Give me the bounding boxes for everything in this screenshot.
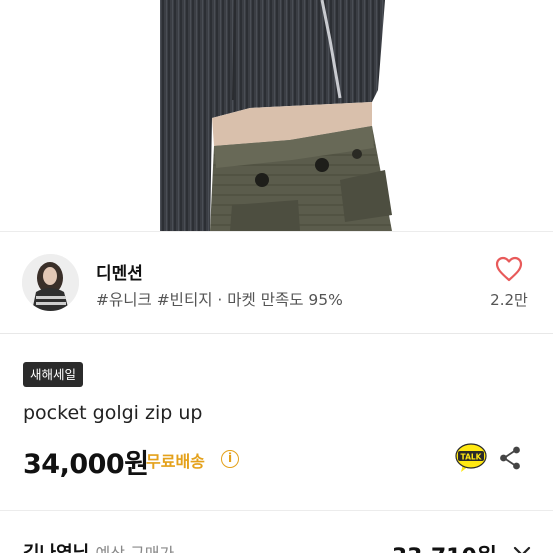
share-button[interactable] bbox=[497, 445, 523, 471]
like-button[interactable]: 2.2만 bbox=[487, 256, 531, 318]
buyer-expected-price-label: 김나영님 예상 구매가 bbox=[23, 539, 174, 553]
seller-tags-satisfaction: #유니크 #빈티지 · 마켓 만족도 95% bbox=[96, 291, 343, 309]
buyer-name: 김나영님 bbox=[23, 543, 89, 553]
sale-badge: 새해세일 bbox=[23, 362, 84, 387]
seller-name[interactable]: 디멘션 bbox=[96, 259, 143, 284]
talk-label: TALK bbox=[461, 452, 483, 461]
product-image bbox=[160, 0, 392, 231]
talk-button[interactable]: TALK bbox=[455, 443, 487, 473]
kakaotalk-icon: TALK bbox=[455, 443, 487, 472]
expected-price-row[interactable]: 김나영님 예상 구매가 33,710원 bbox=[0, 510, 553, 553]
seller-avatar[interactable] bbox=[22, 254, 79, 311]
free-shipping-label: 무료배송 bbox=[146, 452, 205, 471]
avatar-image bbox=[22, 254, 79, 311]
product-price: 34,000원 bbox=[23, 449, 149, 480]
chevron-down-icon[interactable] bbox=[513, 545, 531, 553]
product-title: pocket golgi zip up bbox=[23, 402, 203, 424]
info-icon[interactable]: i bbox=[221, 450, 239, 468]
expected-price-value: 33,710원 bbox=[392, 539, 497, 553]
heart-icon bbox=[495, 256, 523, 282]
product-photo[interactable] bbox=[0, 0, 553, 231]
like-count: 2.2만 bbox=[490, 291, 528, 309]
share-icon bbox=[500, 446, 520, 470]
section-divider bbox=[0, 333, 553, 334]
expected-price-subtitle: 예상 구매가 bbox=[96, 544, 175, 553]
seller-section[interactable]: 디멘션 #유니크 #빈티지 · 마켓 만족도 95% 2.2만 bbox=[0, 231, 553, 333]
